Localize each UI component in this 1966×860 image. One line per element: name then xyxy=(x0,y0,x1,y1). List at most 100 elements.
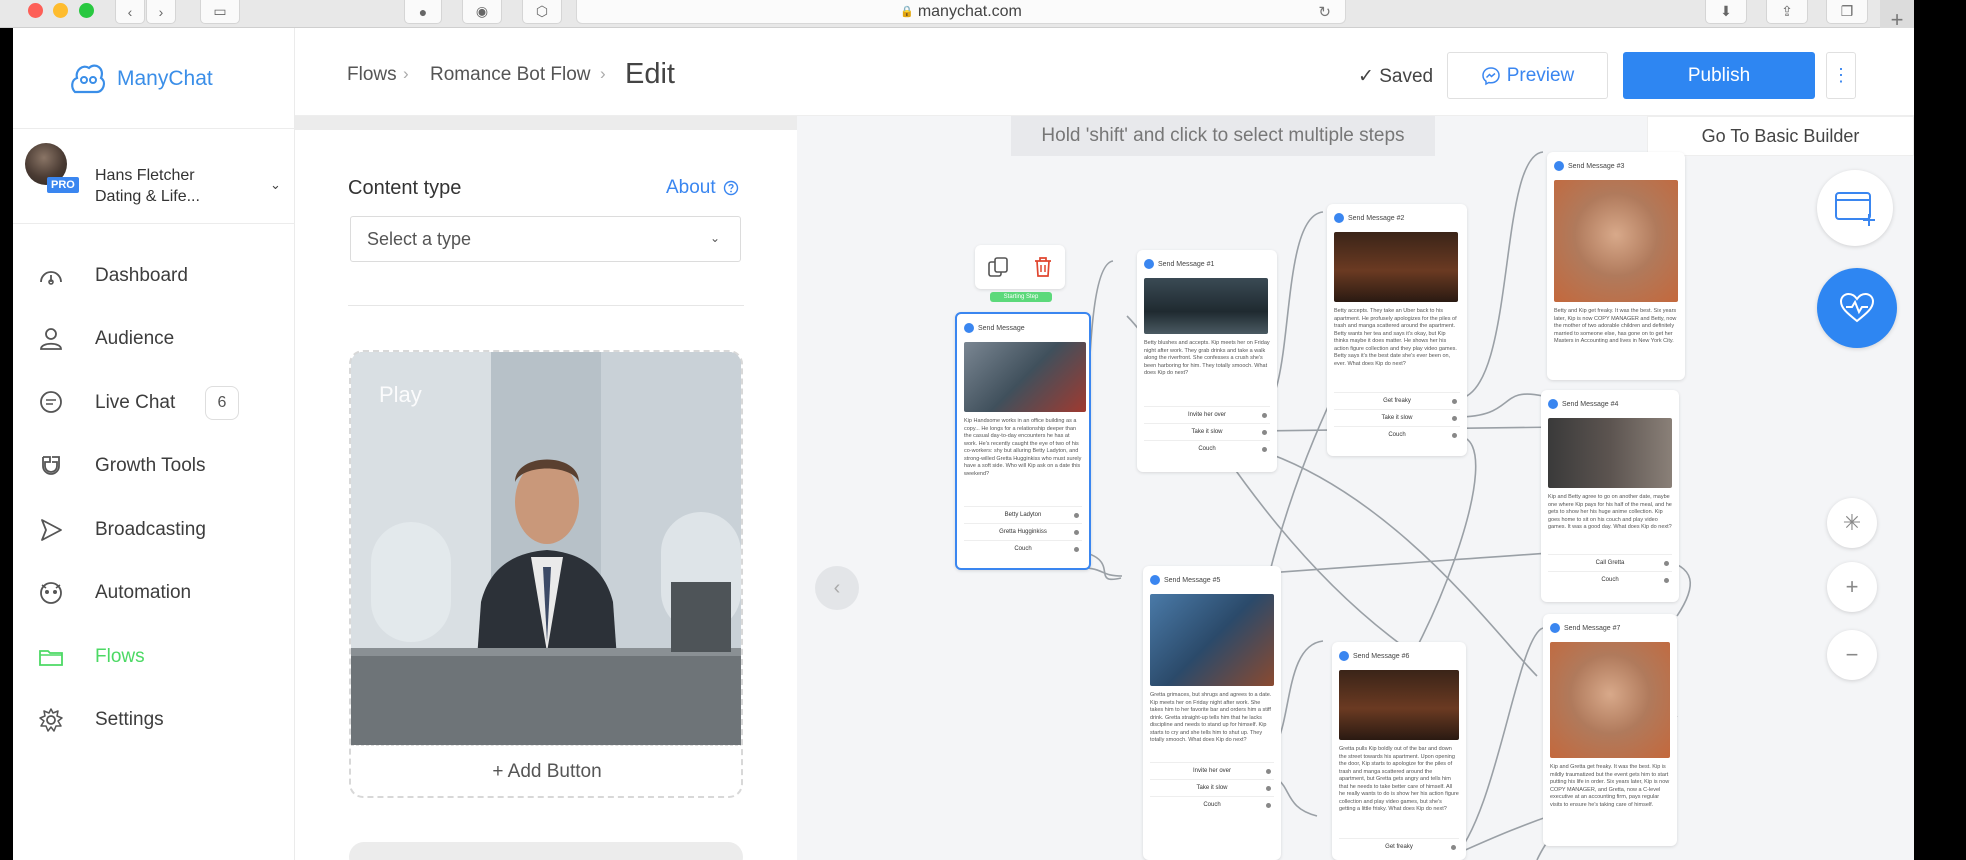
account-switcher[interactable]: PRO Hans Fletcher Dating & Life... ⌄ xyxy=(13,128,295,224)
downloads-button[interactable]: ⬇ xyxy=(1705,0,1747,24)
video-thumbnail[interactable]: Play xyxy=(351,352,741,745)
flow-node-3[interactable]: Send Message #3 Betty and Kip get freaky… xyxy=(1547,152,1685,380)
go-to-basic-builder-button[interactable]: Go To Basic Builder xyxy=(1647,116,1914,156)
close-window-button[interactable] xyxy=(28,3,43,18)
plus-icon: + xyxy=(1845,574,1859,599)
collapse-panel-button[interactable]: ‹ xyxy=(815,566,859,610)
trash-icon[interactable] xyxy=(1031,255,1055,279)
sidebar-item-settings[interactable]: Settings xyxy=(13,689,295,753)
messenger-icon xyxy=(1334,213,1344,223)
node-button[interactable]: Call Gretta xyxy=(1548,554,1672,571)
sidebar-item-label: Live Chat xyxy=(95,391,176,413)
sidebar-item-audience[interactable]: Audience xyxy=(13,308,295,372)
breadcrumb-flows[interactable]: Flows xyxy=(347,64,397,86)
node-button[interactable]: Couch xyxy=(1334,426,1460,443)
sidebar-item-live-chat[interactable]: Live Chat 6 xyxy=(13,371,295,435)
share-button[interactable]: ⇪ xyxy=(1766,0,1808,24)
grammarly-icon: ◉ xyxy=(475,3,489,19)
zoom-in-button[interactable]: + xyxy=(1827,562,1877,612)
minimize-window-button[interactable] xyxy=(53,3,68,18)
node-button[interactable]: Take it slow xyxy=(1150,779,1274,796)
hand-icon: ● xyxy=(418,3,428,20)
top-header: Flows › Romance Bot Flow › Edit ✓ Saved … xyxy=(295,28,1914,116)
messenger-icon xyxy=(1150,575,1160,585)
tabs-icon: ❐ xyxy=(1840,3,1854,19)
node-title: Send Message #1 xyxy=(1158,260,1215,268)
brand-logo[interactable]: ManyChat xyxy=(67,58,213,100)
node-title: Send Message xyxy=(978,324,1025,332)
node-toolbar xyxy=(975,245,1065,289)
node-button[interactable]: Take it slow xyxy=(1334,409,1460,426)
sidebar-item-broadcasting[interactable]: Broadcasting xyxy=(13,498,295,562)
chevron-down-icon: ⌄ xyxy=(270,177,281,192)
node-header: Send Message #7 xyxy=(1550,620,1670,636)
node-header: Send Message #1 xyxy=(1144,256,1270,272)
address-bar[interactable]: 🔒 manychat.com ↻ xyxy=(576,0,1346,24)
extension-button-3[interactable]: ⬡ xyxy=(522,0,562,24)
account-page: Dating & Life... xyxy=(95,188,200,205)
preview-button[interactable]: Preview xyxy=(1447,52,1608,99)
zoom-window-button[interactable] xyxy=(79,3,94,18)
gauge-icon xyxy=(40,270,62,285)
sidebar-item-growth-tools[interactable]: Growth Tools xyxy=(13,435,295,499)
help-icon xyxy=(723,180,738,196)
add-button[interactable]: + Add Button xyxy=(351,745,741,796)
node-button[interactable]: Couch xyxy=(1150,796,1274,813)
reload-icon[interactable]: ↻ xyxy=(1318,3,1331,21)
duplicate-icon[interactable] xyxy=(986,255,1010,279)
flow-node-2[interactable]: Send Message #2 Betty accepts. They take… xyxy=(1327,204,1467,456)
node-title: Send Message #2 xyxy=(1348,214,1405,222)
check-icon: ✓ xyxy=(1358,66,1374,87)
sidebar-item-automation[interactable]: Automation xyxy=(13,562,295,626)
node-button[interactable]: Get freaky xyxy=(1339,838,1459,855)
extension-button-2[interactable]: ◉ xyxy=(462,0,502,24)
flow-node-1[interactable]: Send Message #1 Betty blushes and accept… xyxy=(1137,250,1277,472)
node-button[interactable]: Take it slow xyxy=(1144,423,1270,440)
tabs-button[interactable]: ❐ xyxy=(1826,0,1868,24)
more-options-button[interactable]: ⋮ xyxy=(1826,52,1856,99)
screen-edge xyxy=(1914,0,1966,28)
node-button[interactable]: Gretta Hugginkiss xyxy=(964,523,1082,540)
zoom-out-button[interactable]: − xyxy=(1827,630,1877,680)
node-button[interactable]: Get freaky xyxy=(1334,392,1460,409)
flow-node-6[interactable]: Send Message #6 Gretta pulls Kip boldly … xyxy=(1332,642,1466,860)
node-button[interactable]: Couch xyxy=(1548,571,1672,588)
download-icon: ⬇ xyxy=(1720,3,1732,19)
flow-node-start[interactable]: Send Message Kip Handsome works in an of… xyxy=(955,312,1091,570)
extension-button-1[interactable]: ● xyxy=(404,0,442,24)
publish-button[interactable]: Publish xyxy=(1623,52,1815,99)
sidebar-item-label: Flows xyxy=(95,645,145,667)
flow-node-5[interactable]: Send Message #5 Gretta grimaces, but shr… xyxy=(1143,566,1281,860)
media-card[interactable]: Play + Add Button xyxy=(349,350,743,798)
node-button[interactable]: Invite her over xyxy=(1144,406,1270,423)
flow-canvas[interactable]: Hold 'shift' and click to select multipl… xyxy=(797,116,1914,860)
sidebar-item-label: Dashboard xyxy=(95,264,188,286)
sidebar-toggle-button[interactable]: ▭ xyxy=(200,0,240,24)
node-text: Kip and Betty agree to go on another dat… xyxy=(1548,494,1672,530)
add-step-button[interactable] xyxy=(1817,170,1893,246)
node-image xyxy=(1144,278,1268,334)
sidebar-item-dashboard[interactable]: Dashboard xyxy=(13,244,295,308)
messenger-icon xyxy=(1481,66,1500,85)
content-type-select[interactable]: Select a type ⌄ xyxy=(350,216,741,262)
magic-wand-button[interactable]: ✳ xyxy=(1827,498,1877,548)
flow-health-button[interactable] xyxy=(1817,268,1897,348)
node-button[interactable]: Invite her over xyxy=(1150,762,1274,779)
back-button[interactable]: ‹ xyxy=(115,0,145,24)
breadcrumb-flow-name[interactable]: Romance Bot Flow xyxy=(430,64,591,86)
sidebar-item-flows[interactable]: Flows xyxy=(13,625,295,689)
node-button[interactable]: Couch xyxy=(964,540,1082,557)
sidebar-item-label: Settings xyxy=(95,709,164,731)
save-status: ✓ Saved xyxy=(1358,65,1433,88)
node-button[interactable]: Couch xyxy=(1144,440,1270,457)
select-placeholder: Select a type xyxy=(367,228,472,249)
flow-node-4[interactable]: Send Message #4 Kip and Betty agree to g… xyxy=(1541,390,1679,602)
flow-node-7[interactable]: Send Message #7 Kip and Gretta get freak… xyxy=(1543,614,1677,846)
about-link[interactable]: About xyxy=(666,177,739,199)
node-button[interactable]: Betty Ladyton xyxy=(964,506,1082,523)
shield-icon: ⬡ xyxy=(535,3,549,19)
about-label: About xyxy=(666,177,716,198)
forward-button[interactable]: › xyxy=(146,0,176,24)
url-text: manychat.com xyxy=(917,2,1022,20)
sidebar: ManyChat PRO Hans Fletcher Dating & Life… xyxy=(13,28,295,860)
